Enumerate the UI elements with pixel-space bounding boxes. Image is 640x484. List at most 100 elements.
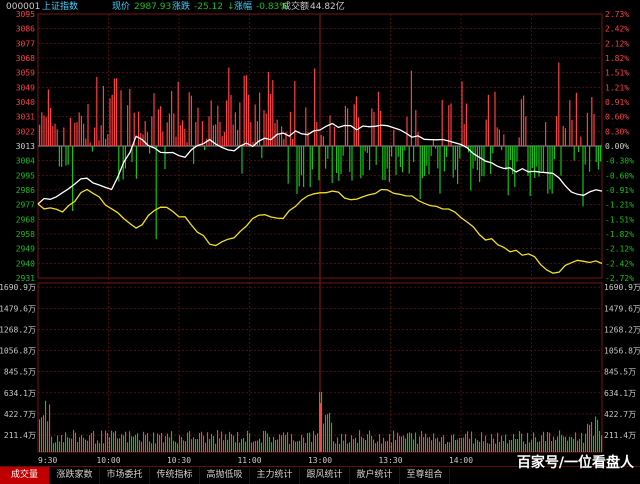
up-bar xyxy=(248,94,250,146)
up-bar xyxy=(494,91,496,146)
volume-bar xyxy=(301,434,303,452)
volume-bar xyxy=(129,431,131,452)
volume-bar xyxy=(175,441,177,452)
down-bar xyxy=(567,146,569,147)
tab-4[interactable]: 高抛低吸 xyxy=(200,467,250,484)
pct-tick-label: 2.12% xyxy=(605,39,629,48)
down-bar xyxy=(311,146,313,170)
volume-bar xyxy=(171,431,173,452)
up-bar xyxy=(485,119,487,146)
volume-bar xyxy=(335,443,337,452)
up-bar xyxy=(353,104,355,146)
up-bar xyxy=(151,116,153,146)
down-bar xyxy=(547,146,549,194)
down-bar xyxy=(435,146,437,149)
up-bar xyxy=(355,96,357,146)
volume-bar xyxy=(347,443,349,452)
up-bar xyxy=(380,110,382,146)
volume-bar xyxy=(191,439,193,452)
volume-bar xyxy=(405,438,407,452)
pct-tick-label: 1.51% xyxy=(605,69,629,78)
up-bar xyxy=(219,121,221,146)
index-name[interactable]: 上证指数 xyxy=(42,0,78,14)
volume-bar xyxy=(327,414,329,452)
volume-bar xyxy=(245,441,247,452)
up-bar xyxy=(569,100,571,146)
up-bar xyxy=(564,128,566,146)
volume-bar xyxy=(179,435,181,452)
tab-1[interactable]: 涨跌家数 xyxy=(50,467,100,484)
down-bar xyxy=(582,146,584,207)
volume-bar xyxy=(437,437,439,452)
volume-bar xyxy=(341,434,343,452)
down-bar xyxy=(287,146,289,184)
tab-6[interactable]: 跟风统计 xyxy=(300,467,350,484)
up-bar xyxy=(503,134,505,146)
price-tick-label: 2940 xyxy=(16,259,35,268)
volume-bar xyxy=(449,442,451,452)
tab-3[interactable]: 传统指标 xyxy=(150,467,200,484)
volume-bar xyxy=(149,441,151,452)
volume-bar xyxy=(233,435,235,452)
volume-bar xyxy=(597,419,599,452)
volume-bar xyxy=(221,431,223,452)
down-bar xyxy=(402,146,404,173)
volume-bar xyxy=(75,432,77,452)
volume-bar xyxy=(503,440,505,452)
volume-bar xyxy=(145,434,147,452)
down-bar xyxy=(595,146,597,162)
volume-bar xyxy=(519,431,521,452)
up-bar xyxy=(56,129,58,146)
down-bar xyxy=(509,146,511,161)
down-bar xyxy=(549,146,551,190)
price-tick-label: 2977 xyxy=(16,201,35,210)
volume-tick-label: 1056.8万 xyxy=(604,347,640,356)
tab-0[interactable]: 成交量 xyxy=(0,467,50,484)
volume-bar xyxy=(443,435,445,452)
price-tick-label: 3049 xyxy=(16,83,35,92)
up-bar xyxy=(276,119,278,146)
tab-7[interactable]: 散户统计 xyxy=(350,467,400,484)
up-bar xyxy=(188,92,190,146)
volume-bar xyxy=(529,442,531,452)
volume-bar xyxy=(541,435,543,452)
up-bar xyxy=(47,89,49,146)
down-bar xyxy=(476,146,478,171)
price-tick-label: 2986 xyxy=(16,186,35,195)
up-bar xyxy=(78,112,80,146)
tab-5[interactable]: 主力统计 xyxy=(250,467,300,484)
volume-bar xyxy=(521,433,523,452)
up-bar xyxy=(45,117,47,146)
up-bar xyxy=(116,78,118,146)
up-bar xyxy=(153,93,155,146)
down-bar xyxy=(349,146,351,172)
price-value: 2987.93 xyxy=(134,2,172,12)
down-bar xyxy=(560,146,562,176)
volume-spike xyxy=(319,403,321,452)
up-bar xyxy=(232,124,234,146)
up-bar xyxy=(305,107,307,146)
down-bar xyxy=(505,146,507,170)
volume-bar xyxy=(549,432,551,452)
up-bar xyxy=(43,115,45,146)
price-tick-label: 2995 xyxy=(16,171,35,180)
volume-bar xyxy=(47,421,49,452)
tab-2[interactable]: 市场委托 xyxy=(100,467,150,484)
up-bar xyxy=(591,97,593,146)
tab-8[interactable]: 至尊组合 xyxy=(400,467,450,484)
down-bar xyxy=(204,146,206,150)
volume-bar xyxy=(385,441,387,452)
volume-bar xyxy=(165,436,167,452)
down-bar xyxy=(514,146,516,187)
volume-bar xyxy=(153,432,155,452)
volume-bar xyxy=(131,436,133,452)
time-tick-label: 9:30 xyxy=(38,456,57,465)
volume-bar xyxy=(491,434,493,452)
volume-bar xyxy=(45,400,47,452)
volume-bar xyxy=(339,443,341,452)
volume-bar xyxy=(261,442,263,452)
volume-bar xyxy=(407,433,409,452)
volume-bar xyxy=(155,443,157,452)
up-bar xyxy=(54,123,56,146)
volume-bar xyxy=(413,439,415,452)
